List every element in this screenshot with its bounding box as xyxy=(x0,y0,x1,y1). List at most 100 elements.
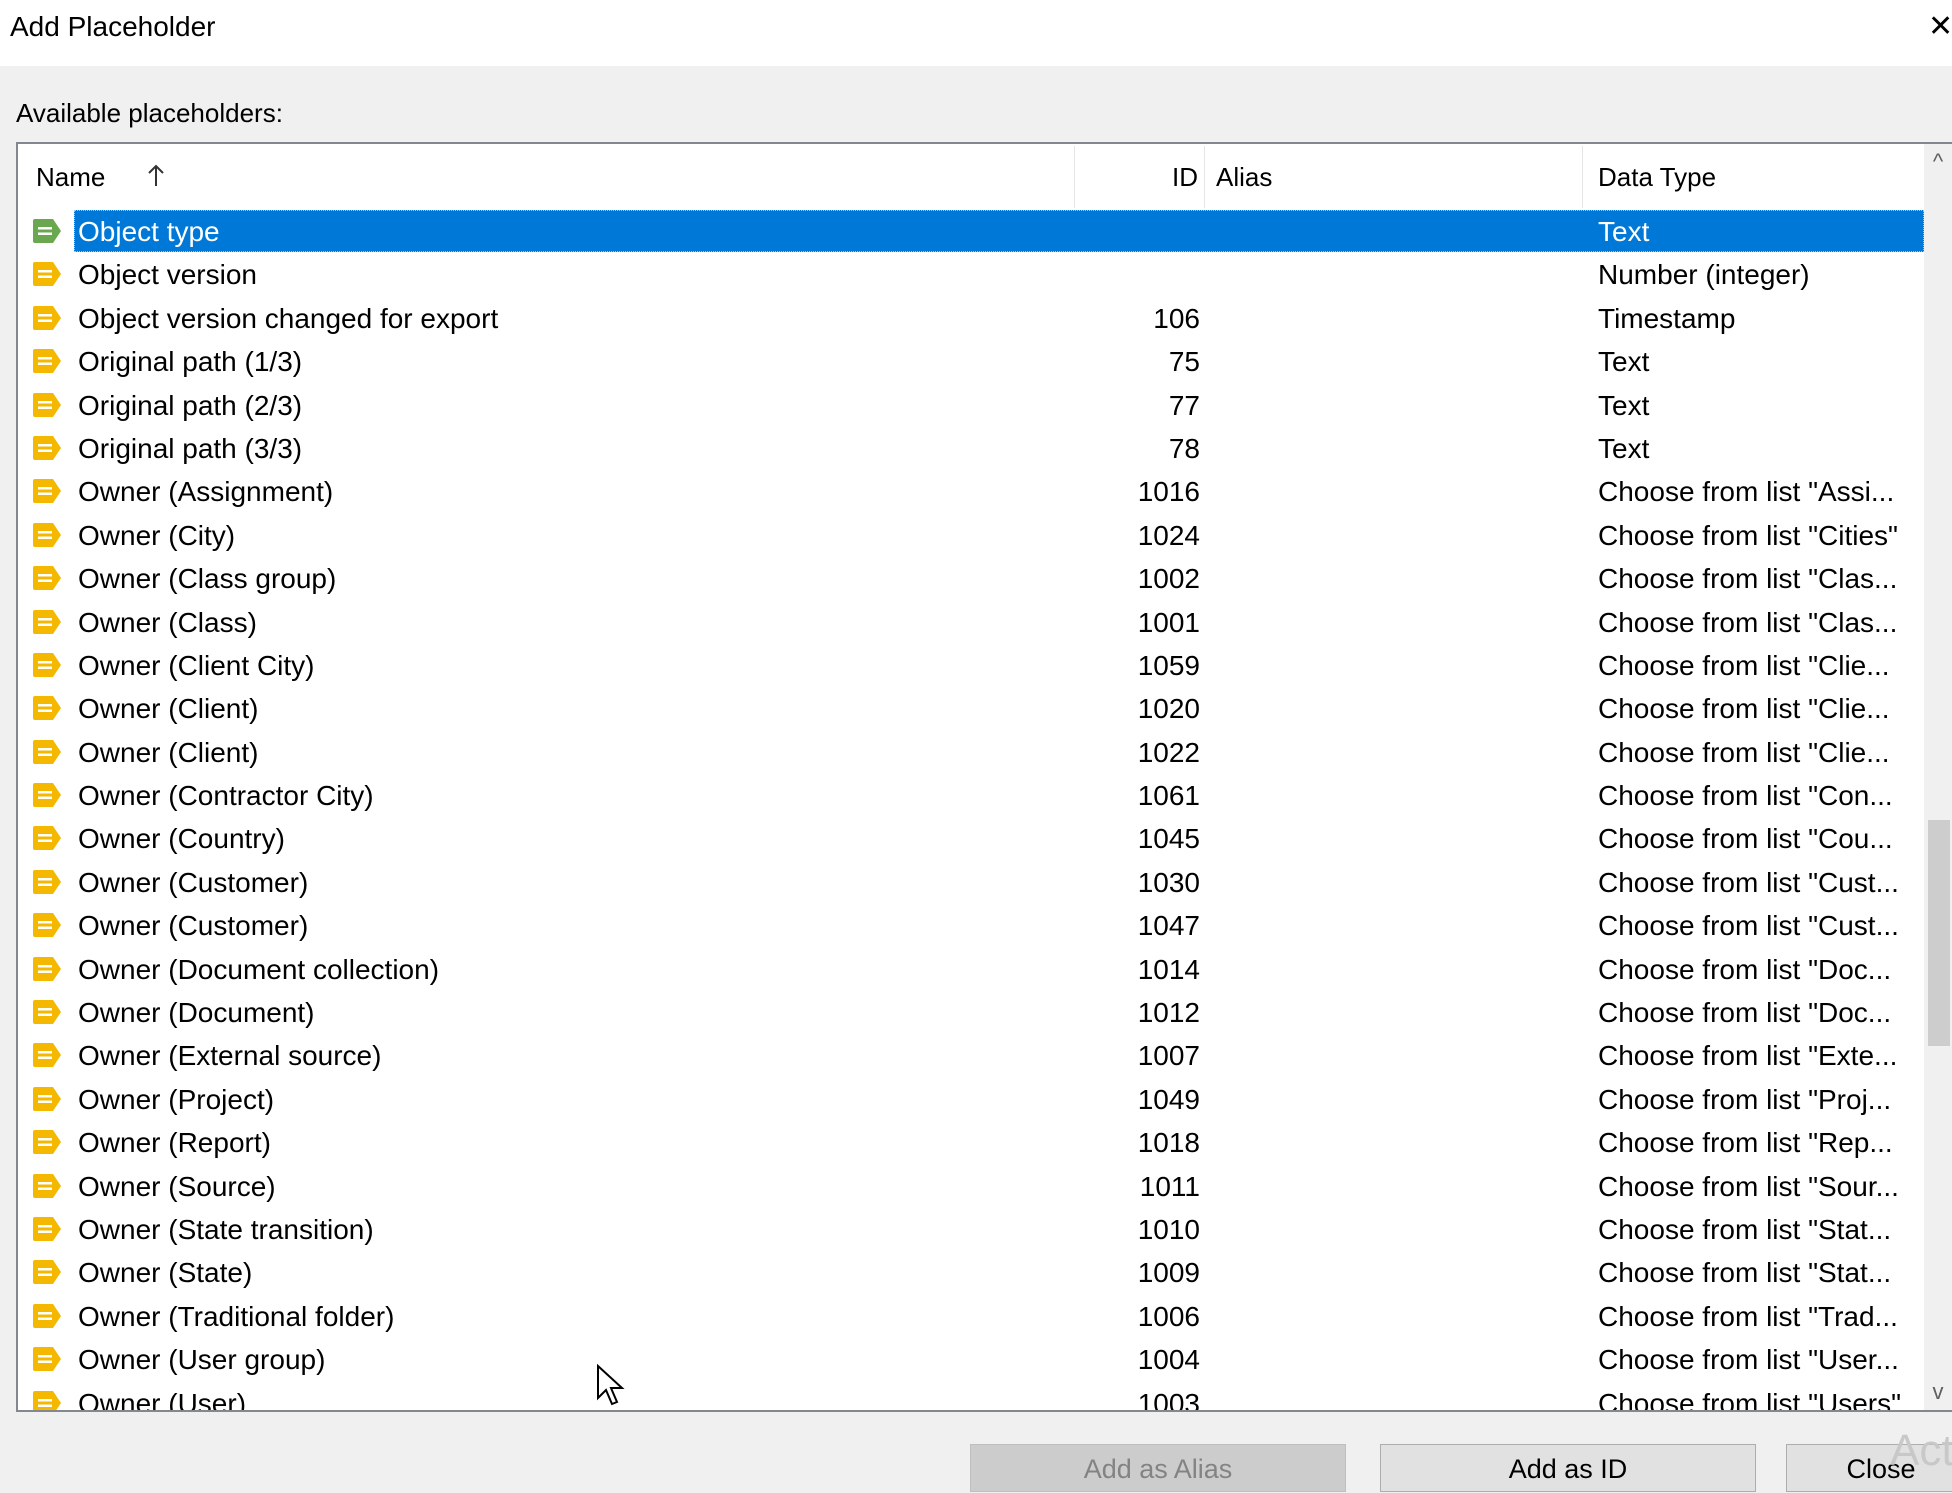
cell-name: Owner (Customer) xyxy=(78,910,309,942)
cell-alias xyxy=(1218,644,1598,687)
column-separator[interactable] xyxy=(1074,146,1075,208)
table-row[interactable]: Owner (Source) 1011 Choose from list "Sour… xyxy=(18,1165,1926,1208)
cell-name: Owner (Customer) xyxy=(78,866,309,898)
placeholder-tag-icon xyxy=(33,1303,61,1328)
cell-data-type: Choose from list "Clas... xyxy=(1598,563,1898,595)
column-separator[interactable] xyxy=(1582,146,1583,208)
table-row[interactable]: Owner (Traditional folder) 1006 Choose fro… xyxy=(18,1295,1926,1338)
cell-alias xyxy=(1218,774,1598,817)
placeholder-tag-icon xyxy=(33,783,61,808)
placeholder-tag-icon xyxy=(33,522,61,547)
cell-data-type: Choose from list "Clie... xyxy=(1598,649,1890,681)
cell-alias xyxy=(1218,731,1598,774)
cell-name: Owner (User group) xyxy=(78,1344,326,1376)
cell-name: Owner (Document collection) xyxy=(78,953,440,985)
cell-id: 1014 xyxy=(1137,953,1200,985)
cell-id: 75 xyxy=(1168,346,1200,378)
cell-data-type: Choose from list "Users" xyxy=(1598,1387,1902,1412)
cell-alias xyxy=(1218,1251,1598,1294)
scrollbar-thumb[interactable] xyxy=(1928,820,1950,1046)
table-row[interactable]: Original path (3/3) 78 Text xyxy=(18,427,1926,470)
column-separator[interactable] xyxy=(1204,146,1205,208)
scroll-down-chevron-icon[interactable]: v xyxy=(1924,1376,1952,1408)
cell-name: Object type xyxy=(78,216,220,247)
cell-name: Owner (City) xyxy=(78,519,236,551)
table-row[interactable]: Owner (Client) 1022 Choose from list "Clie… xyxy=(18,731,1926,774)
column-header-id[interactable]: ID xyxy=(1118,144,1198,210)
placeholder-tag-icon xyxy=(33,826,61,851)
table-row[interactable]: Owner (State transition) 1010 Choose from … xyxy=(18,1208,1926,1251)
placeholder-tag-icon xyxy=(33,392,61,417)
placeholder-list[interactable]: Name ID Alias Data Type Object type Text O… xyxy=(16,142,1952,1412)
table-row[interactable]: Object version Number (integer) xyxy=(18,253,1926,296)
cell-alias xyxy=(1218,1121,1598,1164)
cell-data-type: Choose from list "Trad... xyxy=(1598,1300,1898,1332)
cell-name: Owner (Client City) xyxy=(78,649,315,681)
table-row[interactable]: Owner (Client) 1020 Choose from list "Clie… xyxy=(18,687,1926,730)
placeholder-tag-icon xyxy=(33,435,61,460)
cell-id: 1059 xyxy=(1137,649,1200,681)
table-row[interactable]: Owner (Customer) 1030 Choose from list "Cu… xyxy=(18,861,1926,904)
scroll-up-chevron-icon[interactable]: ^ xyxy=(1924,146,1952,178)
table-row[interactable]: Owner (Document) 1012 Choose from list "Do… xyxy=(18,991,1926,1034)
cell-alias xyxy=(1218,253,1598,296)
cell-name: Owner (External source) xyxy=(78,1040,382,1072)
table-row[interactable]: Owner (Assignment) 1016 Choose from list "… xyxy=(18,470,1926,513)
cell-data-type: Choose from list "Rep... xyxy=(1598,1127,1893,1159)
cell-alias xyxy=(1218,514,1598,557)
cell-id: 1024 xyxy=(1137,519,1200,551)
cell-id: 1016 xyxy=(1137,476,1200,508)
cell-id: 1002 xyxy=(1137,563,1200,595)
table-row[interactable]: Owner (Contractor City) 1061 Choose from l… xyxy=(18,774,1926,817)
cell-id: 106 xyxy=(1153,302,1200,334)
placeholder-tag-icon xyxy=(33,869,61,894)
cell-name: Owner (State) xyxy=(78,1257,253,1289)
cell-name: Owner (Class group) xyxy=(78,563,337,595)
cell-id: 78 xyxy=(1168,432,1200,464)
table-row[interactable]: Owner (Country) 1045 Choose from list "Cou… xyxy=(18,817,1926,860)
cell-alias xyxy=(1218,948,1598,991)
placeholder-tag-icon xyxy=(33,1347,61,1372)
table-row[interactable]: Owner (User group) 1004 Choose from list "… xyxy=(18,1338,1926,1381)
column-header-alias[interactable]: Alias xyxy=(1216,144,1516,210)
cell-data-type: Choose from list "Con... xyxy=(1598,780,1893,812)
table-row[interactable]: Owner (State) 1009 Choose from list "Stat.… xyxy=(18,1251,1926,1294)
cell-alias xyxy=(1218,1078,1598,1121)
cell-id: 1018 xyxy=(1137,1127,1200,1159)
close-icon[interactable]: ✕ xyxy=(1928,12,1952,42)
add-as-id-button[interactable]: Add as ID xyxy=(1380,1444,1756,1492)
table-row[interactable]: Object type Text xyxy=(18,210,1926,253)
sort-ascending-arrow-icon xyxy=(148,164,164,186)
placeholder-tag-icon xyxy=(33,219,61,243)
table-row[interactable]: Owner (Customer) 1047 Choose from list "Cu… xyxy=(18,904,1926,947)
cell-id: 1030 xyxy=(1137,866,1200,898)
table-row[interactable]: Original path (1/3) 75 Text xyxy=(18,340,1926,383)
cell-name: Owner (Traditional folder) xyxy=(78,1300,395,1332)
table-row[interactable]: Owner (Document collection) 1014 Choose fr… xyxy=(18,948,1926,991)
cell-id xyxy=(1078,253,1200,296)
placeholder-tag-icon xyxy=(33,479,61,504)
cell-data-type: Text xyxy=(1598,389,1650,421)
table-row[interactable]: Owner (External source) 1007 Choose from l… xyxy=(18,1034,1926,1077)
table-row[interactable]: Original path (2/3) 77 Text xyxy=(18,384,1926,427)
vertical-scrollbar[interactable]: ^ v xyxy=(1924,144,1952,1410)
table-row[interactable]: Owner (Report) 1018 Choose from list "Rep.… xyxy=(18,1121,1926,1164)
table-row[interactable]: Owner (City) 1024 Choose from list "Cities… xyxy=(18,514,1926,557)
cell-alias xyxy=(1218,1034,1598,1077)
activation-watermark: Act xyxy=(1890,1426,1952,1475)
placeholder-tag-icon xyxy=(33,566,61,591)
table-row[interactable]: Object version changed for export 106 Time… xyxy=(18,297,1926,340)
column-header-data-type[interactable]: Data Type xyxy=(1598,144,1898,210)
add-as-alias-button[interactable]: Add as Alias xyxy=(970,1444,1346,1492)
cell-data-type: Choose from list "Assi... xyxy=(1598,476,1895,508)
table-row[interactable]: Owner (Class) 1001 Choose from list "Clas.… xyxy=(18,601,1926,644)
cell-name: Owner (Project) xyxy=(78,1083,275,1115)
cell-alias xyxy=(1218,470,1598,513)
placeholder-tag-icon xyxy=(33,1390,61,1410)
table-row[interactable]: Owner (Client City) 1059 Choose from list … xyxy=(18,644,1926,687)
table-row[interactable]: Owner (User) 1003 Choose from list "Users" xyxy=(18,1382,1926,1412)
table-row[interactable]: Owner (Class group) 1002 Choose from list … xyxy=(18,557,1926,600)
table-row[interactable]: Owner (Project) 1049 Choose from list "Pro… xyxy=(18,1078,1926,1121)
column-header-name[interactable]: Name xyxy=(36,144,156,210)
cell-data-type: Choose from list "Stat... xyxy=(1598,1213,1892,1245)
